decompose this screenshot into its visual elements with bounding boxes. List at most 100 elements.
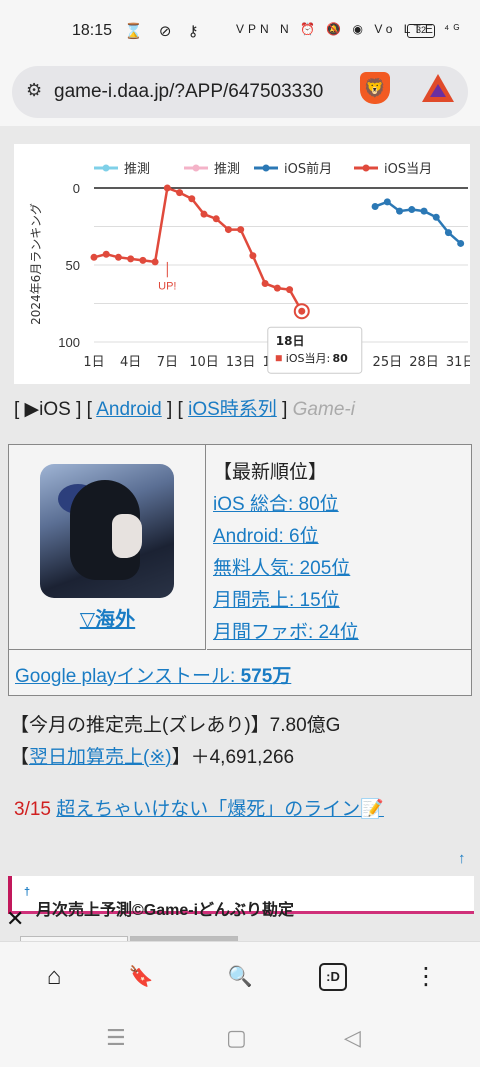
tab-ios[interactable]: [ ▶iOS ] [ [14, 399, 96, 420]
scroll-top-link[interactable]: ↑ [458, 850, 466, 867]
menu-icon[interactable]: ⋮ [406, 960, 446, 994]
data-point [237, 226, 245, 234]
app-icon-image[interactable] [40, 464, 174, 598]
overseas-link[interactable]: ▽海外 [9, 603, 206, 632]
status-left-icons: ⌛ ⊘ ⚷ [124, 23, 205, 40]
status-time: 18:15 [72, 22, 113, 39]
next-day-pre: 【 [10, 747, 30, 768]
data-point [457, 239, 465, 247]
x-tick-label: 4日 [120, 355, 141, 370]
data-point [212, 215, 220, 223]
status-bar: 18:15 ⌛ ⊘ ⚷ VPN N ⏰ 🔕 ◉ Vo LTE ⁴ᴳ 32 [0, 0, 480, 62]
battery-icon: 32 [407, 24, 435, 38]
data-point [200, 210, 208, 218]
google-play-installs-link[interactable]: Google playインストール: 575万 [15, 661, 291, 688]
system-nav-bar: ☰ ▢ ◁ [0, 1011, 480, 1067]
data-point [139, 256, 147, 264]
back-icon[interactable]: ◁ [344, 1025, 361, 1051]
news-item: 3/15 超えちゃいけない「爆死」のライン📝 [14, 794, 384, 821]
tab-gamei: Game-i [292, 399, 355, 420]
app-icon-face [112, 514, 142, 558]
data-point [102, 250, 110, 258]
data-point [151, 258, 159, 266]
y-tick-label: 50 [66, 258, 80, 273]
search-icon[interactable]: 🔍 [220, 960, 260, 994]
url-text[interactable]: game-i.daa.jp/?APP/647503330 [54, 81, 360, 103]
rank-link-ios[interactable]: iOS 総合: 80位 [213, 489, 339, 516]
next-day-value: 】＋4,691,266 [171, 747, 295, 768]
legend-marker [192, 164, 200, 172]
next-day-link-text: 翌日加算売上( [29, 747, 150, 768]
data-point [408, 206, 416, 214]
data-point [383, 198, 391, 206]
tooltip-value: 80 [332, 352, 348, 365]
data-point [273, 284, 281, 292]
data-point [224, 226, 232, 234]
close-icon[interactable]: ✕ [6, 906, 24, 932]
rank-link-free[interactable]: 無料人気: 205位 [213, 553, 350, 580]
legend-marker [102, 164, 110, 172]
browser-toolbar: ⚙ game-i.daa.jp/?APP/647503330 🦁 [0, 62, 480, 126]
home-icon[interactable]: ⌂ [34, 960, 74, 994]
rank-link-monthly-sales[interactable]: 月間売上: 15位 [213, 585, 340, 612]
legend-label: 推測 [124, 162, 150, 177]
brave-shields-icon[interactable]: 🦁 [360, 72, 390, 104]
data-point [432, 213, 440, 221]
data-point [420, 207, 428, 215]
x-tick-label: 10日 [189, 355, 219, 370]
next-day-note: ※ [149, 747, 166, 768]
tab-ios-series[interactable]: iOS時系列 [188, 399, 277, 420]
app-info-box: ▽海外 【最新順位】 iOS 総合: 80位 Android: 6位 無料人気:… [8, 444, 472, 696]
system-home-icon[interactable]: ▢ [226, 1025, 247, 1051]
x-tick-label: 28日 [409, 355, 439, 370]
section-header: 月次売上予測©Game-iどんぶり勘定 † [8, 876, 474, 919]
platform-tabs: [ ▶iOS ] [ Android ] [ iOS時系列 ] Game-i [14, 394, 355, 421]
highlight-point [298, 307, 306, 315]
tabs-icon[interactable]: :D [319, 963, 347, 991]
app-icon-cell: ▽海外 [9, 445, 206, 650]
news-link[interactable]: 超えちゃいけない「爆死」のライン📝 [56, 799, 384, 820]
data-point [127, 255, 135, 263]
rank-link-monthly-fav[interactable]: 月間ファボ: 24位 [213, 617, 359, 644]
data-point [249, 252, 257, 260]
y-tick-label: 0 [73, 181, 80, 196]
next-day-link[interactable]: 翌日加算売上(※) [29, 747, 172, 768]
series-line [374, 200, 462, 245]
address-bar[interactable]: ⚙ game-i.daa.jp/?APP/647503330 [12, 66, 468, 118]
tab-close-bracket: ] [276, 399, 293, 420]
data-point [444, 229, 452, 237]
section-title-text: 月次売上予測©Game-iどんぶり勘定 [36, 902, 295, 919]
section-title: 月次売上予測©Game-iどんぶり勘定 † [24, 886, 294, 919]
legend-label: iOS当月 [384, 162, 432, 177]
tab-separator: ] [ [161, 399, 189, 420]
next-day-sales: 【翌日加算売上(※)】＋4,691,266 [10, 742, 294, 769]
browser-bottom-nav: ⌂ 🔖 🔍 :D ⋮ [0, 941, 480, 1011]
tooltip-title: 18日 [276, 334, 305, 348]
data-point [261, 279, 269, 287]
data-point [114, 253, 122, 261]
data-point [188, 195, 196, 203]
annotation-up: UP! [158, 281, 176, 293]
data-point [176, 189, 184, 197]
bookmark-icon[interactable]: 🔖 [121, 960, 161, 994]
legend-label: iOS前月 [284, 161, 332, 177]
tab-android[interactable]: Android [96, 399, 162, 420]
tooltip-label: iOS当月: [286, 351, 330, 365]
ranking-chart-svg: 0501002024年6月ランキング1日4日7日10日13日16日25日28日3… [29, 161, 470, 374]
site-settings-icon[interactable]: ⚙ [26, 80, 42, 101]
brave-rewards-inner-icon [430, 84, 446, 97]
latest-rank-heading: 【最新順位】 [213, 462, 328, 483]
data-point [396, 207, 404, 215]
data-point [163, 184, 171, 192]
series-line [93, 186, 303, 312]
data-point [90, 253, 98, 261]
legend-marker [262, 164, 270, 172]
y-tick-label: 100 [58, 335, 80, 350]
section-mark-link[interactable]: † [24, 886, 30, 898]
latest-rank-cell: 【最新順位】 iOS 総合: 80位 Android: 6位 無料人気: 205… [207, 445, 471, 650]
gp-label: Google playインストール: [15, 666, 241, 687]
rank-link-android[interactable]: Android: 6位 [213, 521, 319, 548]
x-tick-label: 25日 [373, 355, 403, 370]
data-point [371, 202, 379, 210]
recents-icon[interactable]: ☰ [106, 1025, 126, 1051]
